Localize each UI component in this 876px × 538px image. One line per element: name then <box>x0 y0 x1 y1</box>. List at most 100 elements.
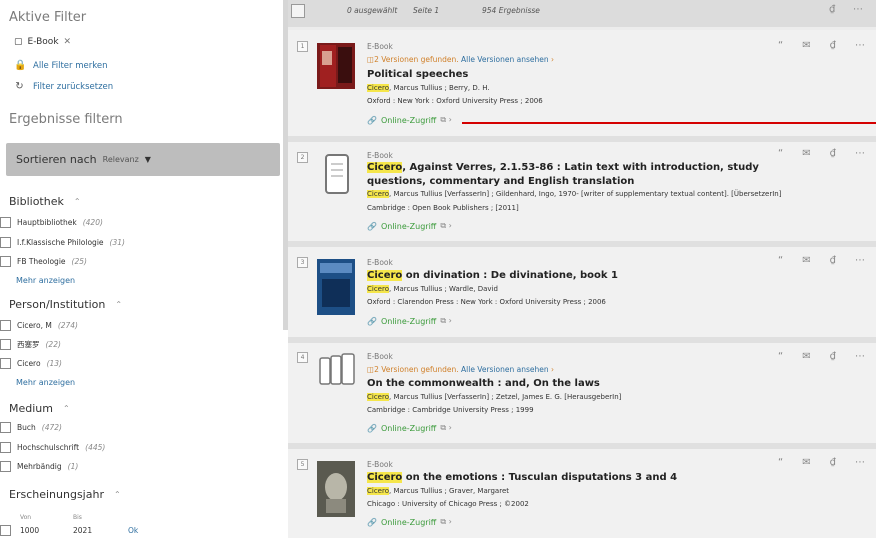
show-more-link[interactable]: Mehr anzeigen <box>16 276 75 285</box>
checkbox[interactable] <box>0 237 11 248</box>
checkbox[interactable] <box>0 320 11 331</box>
pin-icon[interactable]: ₫ <box>830 457 836 468</box>
citation-icon[interactable]: “ <box>778 351 783 362</box>
filter-option[interactable]: Mehrbändig (1) <box>0 461 78 472</box>
record-actions: “ ✉ ₫ ⋯ <box>778 40 865 51</box>
year-from-input[interactable]: 1000 <box>20 526 39 535</box>
sort-dropdown[interactable]: Sortieren nach Relevanz ▼ <box>6 143 280 176</box>
checkbox[interactable] <box>0 217 11 228</box>
year-ok-button[interactable]: Ok <box>128 526 138 535</box>
checkbox[interactable] <box>0 442 11 453</box>
reset-filters-link[interactable]: ↻ Filter zurücksetzen <box>14 81 113 92</box>
result-title[interactable]: On the commonwealth : and, On the laws <box>367 377 787 391</box>
filter-option[interactable]: Cicero, M (274) <box>0 320 78 331</box>
filter-option[interactable]: Hochschulschrift (445) <box>0 442 105 453</box>
result-number[interactable]: 2 <box>297 152 308 163</box>
chevron-up-icon: ⌃ <box>62 404 70 413</box>
year-to-input[interactable]: 2021 <box>73 526 92 535</box>
results-toolbar: 0 ausgewählt Seite 1 954 Ergebnisse ₫ ⋯ <box>288 0 876 27</box>
more-icon[interactable]: ⋯ <box>855 457 865 468</box>
result-authors: Cicero, Marcus Tullius [VerfasserIn] ; Z… <box>367 393 622 401</box>
result-item[interactable]: 4 E-Book ◫2 Versionen gefunden. Alle Ver… <box>288 343 876 449</box>
online-access-link[interactable]: 🔗 Online-Zugriff ⧉ › <box>367 517 452 527</box>
show-more-link[interactable]: Mehr anzeigen <box>16 378 75 387</box>
result-number[interactable]: 3 <box>297 257 308 268</box>
filter-option[interactable]: Buch (472) <box>0 422 62 433</box>
filter-option[interactable]: Hauptbibliothek (420) <box>0 217 103 228</box>
result-item[interactable]: 3 E-Book Cicero on divination : De divin… <box>288 247 876 343</box>
online-access-link[interactable]: 🔗 Online-Zugriff ⧉ › <box>367 423 452 433</box>
pin-icon[interactable]: ₫ <box>830 148 836 159</box>
versions-info[interactable]: ◫2 Versionen gefunden. Alle Versionen an… <box>367 55 554 64</box>
result-publication: Oxford : New York : Oxford University Pr… <box>367 97 543 105</box>
citation-icon[interactable]: “ <box>778 40 783 51</box>
online-access-link[interactable]: 🔗 Online-Zugriff ⧉ › <box>367 221 452 231</box>
media-type: E-Book <box>367 258 393 267</box>
result-item[interactable]: 5 E-Book Cicero on the emotions : Tuscul… <box>288 449 876 538</box>
filter-option[interactable]: I.f.Klassische Philologie (31) <box>0 237 125 248</box>
chevron-up-icon: ⌃ <box>113 490 121 499</box>
result-title[interactable]: Cicero on divination : De divinatione, b… <box>367 269 787 283</box>
lock-icon: 🔒 <box>14 60 27 71</box>
more-icon[interactable]: ⋯ <box>855 351 865 362</box>
result-publication: Oxford : Clarendon Press : New York : Ox… <box>367 298 606 306</box>
email-icon[interactable]: ✉ <box>802 255 810 266</box>
ebook-placeholder-icon[interactable] <box>316 152 358 196</box>
result-title[interactable]: Cicero on the emotions : Tusculan disput… <box>367 471 787 485</box>
book-cover-image[interactable] <box>316 257 358 317</box>
checkbox[interactable] <box>0 358 11 369</box>
external-link-icon: ⧉ › <box>440 316 452 325</box>
filter-option[interactable]: 西塞罗 (22) <box>0 339 61 350</box>
email-icon[interactable]: ✉ <box>802 148 810 159</box>
checkbox[interactable] <box>0 461 11 472</box>
multi-volume-icon[interactable] <box>316 352 358 388</box>
result-authors: Cicero, Marcus Tullius ; Graver, Margare… <box>367 487 509 495</box>
book-cover-image[interactable] <box>316 459 358 517</box>
pin-icon[interactable]: ₫ <box>830 255 836 266</box>
citation-icon[interactable]: “ <box>778 148 783 159</box>
result-publication: Chicago : University of Chicago Press ; … <box>367 500 529 508</box>
filter-option[interactable]: Cicero (13) <box>0 358 62 369</box>
save-filters-link[interactable]: 🔒 Alle Filter merken <box>14 60 107 71</box>
filter-chip-ebook[interactable]: ▢ E-Book ✕ <box>14 37 71 47</box>
result-title[interactable]: Cicero, Against Verres, 2.1.53-86 : Lati… <box>367 161 787 189</box>
media-type: E-Book <box>367 352 393 361</box>
result-publication: Cambridge : Cambridge University Press ;… <box>367 406 534 414</box>
email-icon[interactable]: ✉ <box>802 351 810 362</box>
result-title[interactable]: Political speeches <box>367 68 787 82</box>
section-bibliothek[interactable]: Bibliothek ⌃ <box>9 195 81 208</box>
result-item[interactable]: 2 E-Book Cicero, Against Verres, 2.1.53-… <box>288 142 876 247</box>
checkbox[interactable] <box>0 256 11 267</box>
versions-info[interactable]: ◫2 Versionen gefunden. Alle Versionen an… <box>367 365 554 374</box>
email-icon[interactable]: ✉ <box>802 457 810 468</box>
citation-icon[interactable]: “ <box>778 255 783 266</box>
section-person[interactable]: Person/Institution ⌃ <box>9 298 122 311</box>
pin-icon[interactable]: ₫ <box>830 40 836 51</box>
pin-icon[interactable]: ₫ <box>830 351 836 362</box>
result-number[interactable]: 5 <box>297 459 308 470</box>
checkbox[interactable] <box>0 339 11 350</box>
more-icon[interactable]: ⋯ <box>855 255 865 266</box>
filter-option[interactable]: FB Theologie (25) <box>0 256 87 267</box>
more-icon[interactable]: ⋯ <box>855 148 865 159</box>
more-icon[interactable]: ⋯ <box>855 40 865 51</box>
result-number[interactable]: 1 <box>297 41 308 52</box>
section-year[interactable]: Erscheinungsjahr ⌃ <box>9 488 121 501</box>
more-icon[interactable]: ⋯ <box>853 4 863 15</box>
select-all-checkbox[interactable] <box>291 4 305 18</box>
online-access-link[interactable]: 🔗 Online-Zugriff ⧉ › <box>367 316 452 326</box>
citation-icon[interactable]: “ <box>778 457 783 468</box>
result-number[interactable]: 4 <box>297 352 308 363</box>
section-medium[interactable]: Medium ⌃ <box>9 402 70 415</box>
book-cover-image[interactable] <box>316 41 358 91</box>
close-icon[interactable]: ✕ <box>64 37 72 47</box>
result-item[interactable]: 1 E-Book ◫2 Versionen gefunden. Alle Ver… <box>288 30 876 142</box>
result-publication: Cambridge : Open Book Publishers ; [2011… <box>367 204 519 212</box>
email-icon[interactable]: ✉ <box>802 40 810 51</box>
result-authors: Cicero, Marcus Tullius ; Wardle, David <box>367 285 498 293</box>
checkbox[interactable] <box>0 525 11 536</box>
online-access-link[interactable]: 🔗 Online-Zugriff ⧉ › <box>367 115 452 125</box>
pin-icon[interactable]: ₫ <box>829 4 835 15</box>
link-icon: 🔗 <box>367 517 377 527</box>
checkbox[interactable] <box>0 422 11 433</box>
